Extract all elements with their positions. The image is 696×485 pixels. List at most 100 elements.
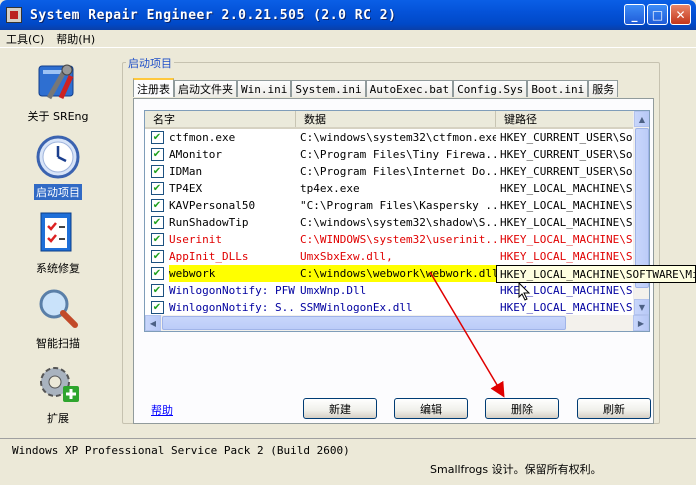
cell-key-path: HKEY_LOCAL_MACHINE\SOF (500, 284, 634, 297)
sidebar-item-label: 启动项目 (34, 184, 82, 200)
cell-data: UmxWnp.Dll (300, 284, 367, 297)
enable-checkbox[interactable]: ✔ (150, 267, 164, 280)
cell-data: C:\WINDOWS\system32\userinit... (300, 233, 496, 246)
cell-key-path: HKEY_LOCAL_MACHINE\Sof (500, 199, 634, 212)
scroll-right-button[interactable]: ▶ (633, 315, 649, 331)
title-bar[interactable]: System Repair Engineer 2.0.21.505 (2.0 R… (0, 0, 696, 30)
cell-name: KAVPersonal50 (169, 199, 256, 212)
table-row[interactable]: ✔ KAVPersonal50 "C:\Program Files\Kaspersk… (145, 197, 649, 214)
tab-services[interactable]: 服务 (588, 80, 619, 97)
tab-config-sys[interactable]: Config.Sys (453, 80, 528, 97)
help-link[interactable]: 帮助 (151, 402, 173, 418)
tab-autoexec-bat[interactable]: AutoExec.bat (365, 80, 454, 97)
cell-key-path: HKEY_LOCAL_MACHINE\Sof (500, 216, 634, 229)
column-header-data[interactable]: 数据 (296, 111, 496, 127)
cell-name: TP4EX (169, 182, 203, 195)
cell-key-path: HKEY_CURRENT_USER\Soft (500, 131, 634, 144)
sidebar-item-repair[interactable]: 系统修复 (4, 210, 112, 276)
row-checkbox-cell: ✔ (145, 284, 169, 297)
row-checkbox-cell: ✔ (145, 182, 169, 195)
scroll-up-button[interactable]: ▲ (634, 111, 649, 127)
horizontal-scrollbar[interactable]: ◀ ▶ (145, 315, 649, 331)
table-row[interactable]: ✔ ctfmon.exe C:\windows\system32\ctfmon.ex… (145, 129, 649, 146)
horizontal-scroll-thumb[interactable] (162, 316, 566, 330)
table-row[interactable]: ✔ AMonitor C:\Program Files\Tiny Firewa...… (145, 146, 649, 163)
cell-name: WinlogonNotify: PFW (169, 284, 295, 297)
cell-name: RunShadowTip (169, 216, 249, 229)
group-title: 启动项目 (126, 55, 174, 71)
enable-checkbox[interactable]: ✔ (150, 301, 164, 314)
cell-key-path: HKEY_LOCAL_MACHINE\Sof (500, 182, 634, 195)
table-row[interactable]: ✔ IDMan C:\Program Files\Internet Do... HKE… (145, 163, 649, 180)
enable-checkbox[interactable]: ✔ (150, 199, 164, 212)
scroll-left-button[interactable]: ◀ (145, 315, 161, 331)
enable-checkbox[interactable]: ✔ (150, 250, 164, 263)
status-bar: Windows XP Professional Service Pack 2 (… (0, 438, 696, 485)
menu-help[interactable]: 帮助(H) (50, 31, 101, 47)
sidebar-item-label: 关于 SREng (27, 110, 89, 123)
close-button[interactable]: ✕ (670, 4, 691, 25)
cell-key-path: HKEY_LOCAL_MACHINE\Sof (500, 233, 634, 246)
tab-startup-folder[interactable]: 启动文件夹 (174, 80, 237, 97)
enable-checkbox[interactable]: ✔ (150, 148, 164, 161)
vertical-scrollbar[interactable]: ▲ ▼ (633, 111, 649, 315)
row-checkbox-cell: ✔ (145, 301, 169, 314)
enable-checkbox[interactable]: ✔ (150, 233, 164, 246)
tab-strip: 注册表 启动文件夹 Win.ini System.ini AutoExec.ba… (133, 78, 619, 98)
sidebar-item-label: 系统修复 (36, 262, 80, 275)
sidebar-item-label: 智能扫描 (36, 337, 80, 350)
tab-boot-ini[interactable]: Boot.ini (527, 80, 589, 97)
column-header-name[interactable]: 名字 (145, 111, 296, 127)
cell-name: ctfmon.exe (169, 131, 236, 144)
maximize-button[interactable]: □ (647, 4, 668, 25)
tab-registry[interactable]: 注册表 (133, 78, 174, 97)
new-button[interactable]: 新建 (303, 398, 377, 419)
gear-plus-icon (35, 360, 81, 406)
sidebar: 关于 SREng 启动项目 系统修复 智能扫描 扩展 (4, 50, 114, 430)
tab-system-ini[interactable]: System.ini (291, 80, 366, 97)
table-row[interactable]: ✔ AppInit_DLLs UmxSbxExw.dll, HKEY_LOCAL_MA… (145, 248, 649, 265)
enable-checkbox[interactable]: ✔ (150, 131, 164, 144)
row-checkbox-cell: ✔ (145, 165, 169, 178)
row-checkbox-cell: ✔ (145, 250, 169, 263)
app-icon[interactable] (6, 7, 22, 23)
column-header-key[interactable]: 键路径 (496, 111, 636, 127)
enable-checkbox[interactable]: ✔ (150, 284, 164, 297)
enable-checkbox[interactable]: ✔ (150, 182, 164, 195)
os-info: Windows XP Professional Service Pack 2 (… (12, 444, 350, 457)
cell-name: webwork (169, 265, 296, 282)
sidebar-item-extend[interactable]: 扩展 (4, 360, 112, 426)
tab-win-ini[interactable]: Win.ini (237, 80, 292, 97)
table-row[interactable]: ✔ WinlogonNotify: S... SSMWinlogonEx.dll HK… (145, 299, 649, 316)
sidebar-item-startup[interactable]: 启动项目 (4, 134, 112, 200)
menu-tools[interactable]: 工具(C) (0, 31, 50, 47)
row-checkbox-cell: ✔ (145, 216, 169, 229)
row-checkbox-cell: ✔ (145, 267, 169, 280)
key-path-tooltip: HKEY_LOCAL_MACHINE\SOFTWARE\Micro (496, 265, 696, 283)
delete-button[interactable]: 删除 (485, 398, 559, 419)
cell-data: tp4ex.exe (300, 182, 360, 195)
cell-data: C:\windows\webwork\webwork.dll (296, 265, 496, 282)
minimize-icon: _ (631, 7, 638, 22)
startup-list[interactable]: 名字 数据 键路径 ✔ ctfmon.exe C:\windows\system32… (144, 110, 650, 332)
table-row[interactable]: ✔ WinlogonNotify: PFW UmxWnp.Dll HKEY_LOCAL… (145, 282, 649, 299)
vertical-scroll-thumb[interactable] (635, 128, 649, 288)
cell-name: AMonitor (169, 148, 222, 161)
table-row[interactable]: ✔ RunShadowTip C:\windows\system32\shadow\… (145, 214, 649, 231)
sidebar-item-scan[interactable]: 智能扫描 (4, 285, 112, 351)
row-checkbox-cell: ✔ (145, 199, 169, 212)
table-row[interactable]: ✔ Userinit C:\WINDOWS\system32\userinit...… (145, 231, 649, 248)
enable-checkbox[interactable]: ✔ (150, 165, 164, 178)
cell-data: UmxSbxExw.dll, (300, 250, 393, 263)
edit-button[interactable]: 编辑 (394, 398, 468, 419)
minimize-button[interactable]: _ (624, 4, 645, 25)
enable-checkbox[interactable]: ✔ (150, 216, 164, 229)
clock-icon (35, 134, 81, 180)
cell-data: C:\Program Files\Internet Do... (300, 165, 496, 178)
cell-name: AppInit_DLLs (169, 250, 249, 263)
table-row[interactable]: ✔ TP4EX tp4ex.exe HKEY_LOCAL_MACHINE\Sof (145, 180, 649, 197)
sidebar-item-about[interactable]: 关于 SREng (4, 58, 112, 124)
scroll-down-button[interactable]: ▼ (634, 299, 649, 315)
cell-data: "C:\Program Files\Kaspersky ... (300, 199, 496, 212)
refresh-button[interactable]: 刷新 (577, 398, 651, 419)
